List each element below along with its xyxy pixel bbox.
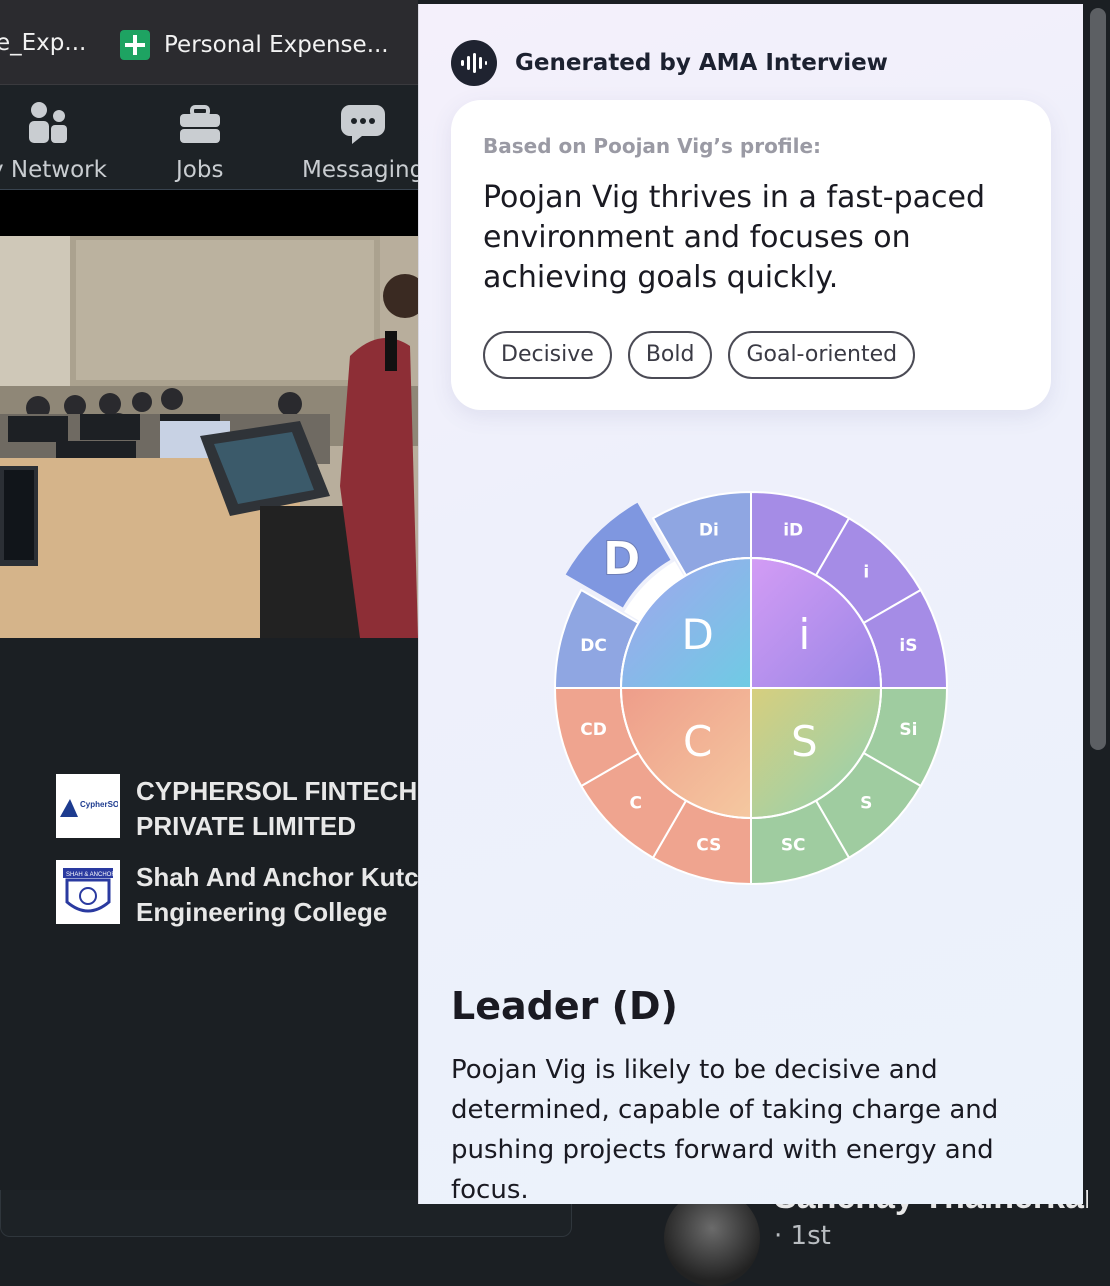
disc-segment-label: Di: [699, 521, 719, 541]
waveform-icon: [451, 40, 497, 86]
avatar[interactable]: [664, 1190, 760, 1286]
disc-segment-label: C: [629, 793, 641, 813]
disc-segment-label: SC: [781, 835, 806, 855]
cyphersol-logo: CypherSOL: [60, 799, 118, 817]
college-crest: SHAH & ANCHOR: [63, 868, 116, 913]
disc-segment-label: iS: [899, 636, 917, 656]
disc-quadrant-label: D: [682, 610, 714, 659]
disc-segment-label: S: [860, 793, 872, 813]
scrollbar-thumb[interactable]: [1090, 8, 1106, 750]
nav-my-network[interactable]: y Network: [0, 99, 107, 183]
ama-interview-panel: Generated by AMA Interview Based on Pooj…: [418, 4, 1083, 1204]
briefcase-icon: [179, 105, 220, 143]
disc-quadrant-label: C: [683, 717, 712, 766]
profile-summary: Poojan Vig thrives in a fast-paced envir…: [483, 180, 985, 295]
top-navbar: y Network Jobs Messaging: [0, 85, 424, 190]
chat-bubble-icon: [341, 105, 386, 144]
nav-jobs[interactable]: Jobs: [176, 99, 223, 183]
connection-degree: · 1st: [774, 1221, 831, 1251]
bookmark-item[interactable]: e_Exp...: [0, 30, 86, 56]
google-sheets-icon: [120, 30, 150, 60]
disc-segment-label: DC: [580, 636, 607, 656]
trait-tag: Decisive: [483, 331, 612, 379]
bookmark-item[interactable]: Personal Expense...: [120, 30, 389, 60]
bookmark-label: Personal Expense...: [164, 32, 389, 58]
college-logo: SHAH & ANCHOR: [56, 860, 120, 924]
generated-by-label: Generated by AMA Interview: [515, 50, 888, 76]
bookmarks-bar: e_Exp... Personal Expense...: [0, 0, 418, 85]
disc-segment-label: iD: [783, 521, 803, 541]
nav-label: Jobs: [176, 157, 224, 183]
profile-summary-card: Based on Poojan Vig’s profile: Poojan Vi…: [451, 100, 1051, 410]
company-logo: CypherSOL: [56, 774, 120, 838]
trait-tag: Goal-oriented: [728, 331, 916, 379]
education-item[interactable]: SHAH & ANCHOR Shah And Anchor Kutchhi En…: [56, 860, 458, 930]
experience-item[interactable]: CypherSOL CYPHERSOL FINTECH PRIVATE LIMI…: [56, 774, 417, 844]
company-name: CYPHERSOL FINTECH: [136, 776, 418, 806]
post-photo[interactable]: [0, 236, 418, 638]
bookmark-label: e_Exp...: [0, 30, 87, 56]
trait-tag: Bold: [627, 331, 713, 379]
company-name: PRIVATE LIMITED: [136, 811, 357, 841]
nav-label: y Network: [0, 157, 107, 183]
disc-wheel: Di iDiiSSiSSCCSCCDDCDD iSC: [553, 490, 949, 886]
trait-tags: Decisive Bold Goal-oriented: [483, 331, 916, 379]
based-on-label: Based on Poojan Vig’s profile:: [483, 134, 822, 158]
college-name: Engineering College: [136, 897, 388, 927]
disc-style-title: Leader (D): [451, 984, 678, 1028]
disc-quadrant-label: i: [798, 610, 810, 659]
people-icon: [29, 102, 68, 143]
disc-segment-label: D: [603, 532, 641, 586]
post-header-band: [0, 190, 418, 236]
disc-segment-label: CS: [696, 835, 721, 855]
college-name: Shah And Anchor Kutchhi: [136, 862, 458, 892]
disc-segment-label: CD: [580, 720, 607, 740]
svg-text:SHAH & ANCHOR: SHAH & ANCHOR: [66, 872, 116, 878]
disc-style-description: Poojan Vig is likely to be decisive and …: [451, 1055, 999, 1204]
nav-messaging[interactable]: Messaging: [302, 99, 424, 183]
suggested-person[interactable]: Sanchay Thalnerkar · 1st: [664, 1178, 1097, 1286]
generated-by-row: Generated by AMA Interview: [451, 40, 888, 86]
disc-segment-label: Si: [899, 720, 917, 740]
disc-quadrant-label: S: [791, 717, 818, 766]
classroom-photo: [0, 236, 418, 638]
svg-text:CypherSOL: CypherSOL: [80, 800, 118, 809]
disc-segment-label: i: [863, 563, 869, 583]
nav-label: Messaging: [302, 157, 425, 183]
